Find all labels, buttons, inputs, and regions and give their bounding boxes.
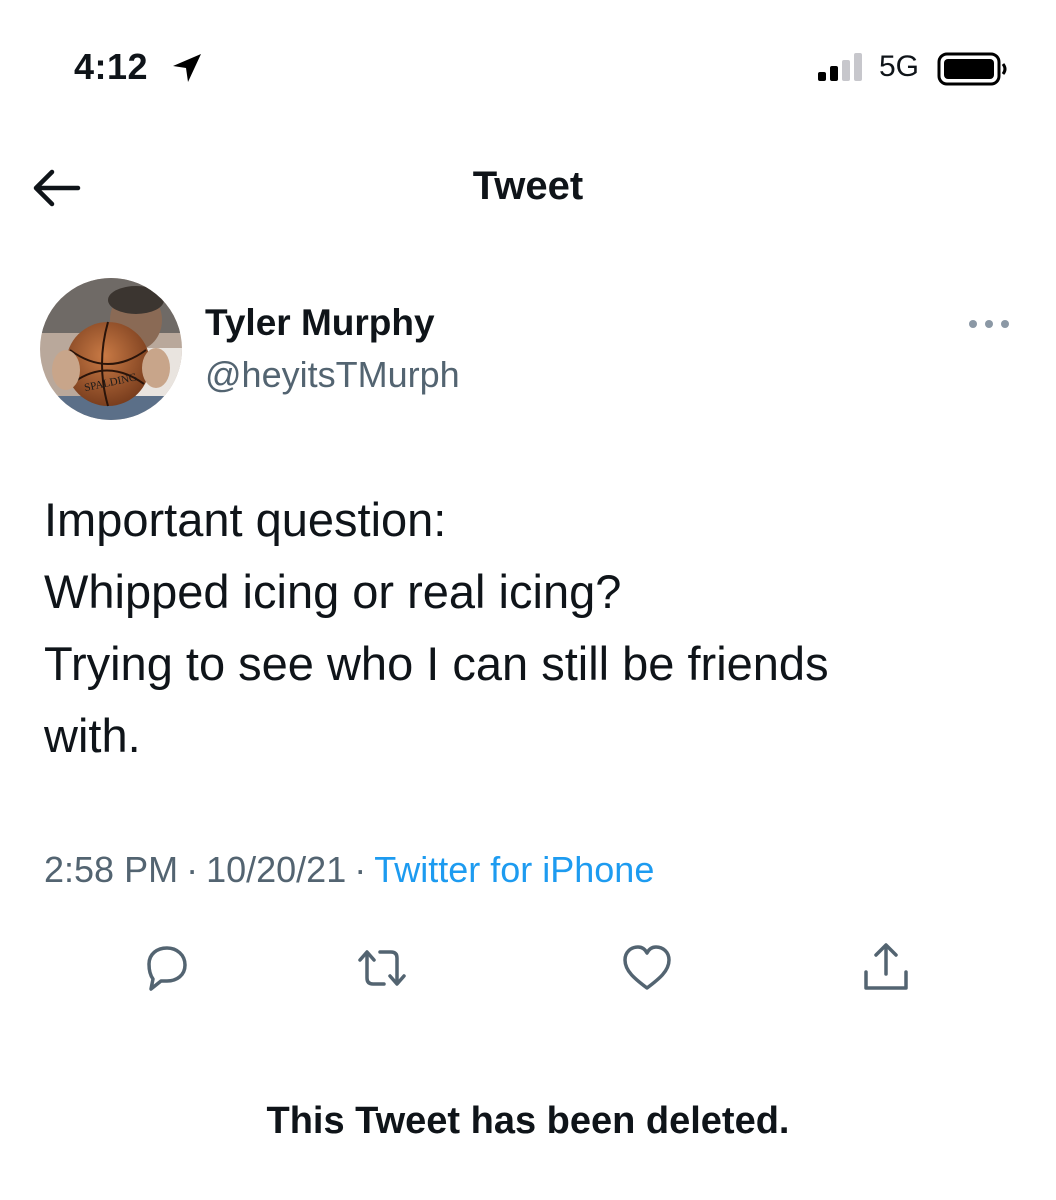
network-type: 5G: [879, 50, 920, 83]
tweet-detail-screen: 4:12 5G Tweet SPALDING Tyler Murphy @hey…: [0, 0, 1056, 1200]
tweet-text-line: with.: [44, 709, 141, 762]
location-arrow-icon: [173, 54, 201, 82]
tweet-text-line: Whipped icing or real icing?: [44, 565, 622, 618]
tweet-meta: 2:58 PM · 10/20/21 · Twitter for iPhone: [44, 849, 654, 891]
author-handle[interactable]: @heyitsTMurph: [205, 354, 460, 396]
reply-button[interactable]: [135, 938, 195, 998]
more-options-button[interactable]: [966, 312, 1012, 336]
reply-bubble-icon: [147, 946, 187, 991]
cellular-signal-icon: [818, 53, 862, 81]
heart-icon: [623, 945, 671, 990]
share-upload-icon: [864, 943, 908, 990]
tweet-text-line: Important question:: [44, 493, 447, 546]
author-display-name[interactable]: Tyler Murphy: [205, 302, 435, 344]
tweet-text: Important question: Whipped icing or rea…: [44, 484, 1024, 772]
like-button[interactable]: [617, 938, 677, 998]
tweet-date[interactable]: 10/20/21: [206, 849, 346, 890]
meta-separator: ·: [354, 849, 367, 890]
status-time: 4:12: [74, 46, 149, 87]
retweet-button[interactable]: [352, 938, 412, 998]
meta-separator: ·: [186, 849, 199, 890]
retweet-icon: [358, 950, 406, 986]
deleted-notice: This Tweet has been deleted.: [266, 1100, 790, 1142]
tweet-time[interactable]: 2:58 PM: [44, 849, 178, 890]
battery-icon: [937, 52, 1007, 86]
ellipsis-icon: [969, 320, 1009, 328]
avatar[interactable]: SPALDING: [40, 278, 182, 420]
share-button[interactable]: [856, 938, 916, 998]
tweet-source-link[interactable]: Twitter for iPhone: [374, 849, 654, 890]
tweet-text-line: Trying to see who I can still be friends: [44, 637, 829, 690]
page-title: Tweet: [472, 164, 584, 208]
